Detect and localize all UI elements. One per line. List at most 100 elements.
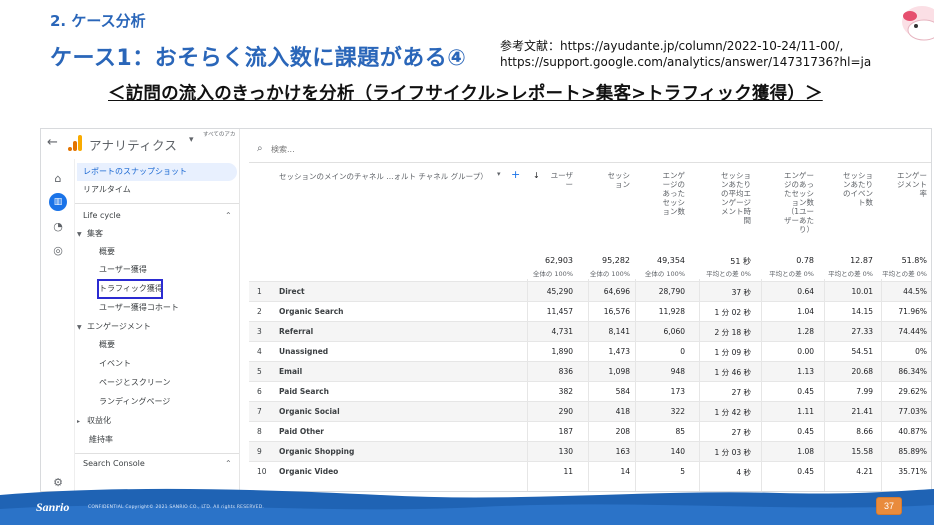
metric-cell: 1 分 09 秒 bbox=[714, 348, 751, 357]
total-value: 51 秒 bbox=[730, 257, 751, 266]
advertising-icon[interactable]: ◎ bbox=[49, 241, 67, 259]
nav-user-acquisition[interactable]: ユーザー獲得 bbox=[99, 261, 147, 279]
metric-cell: 1 分 46 秒 bbox=[714, 368, 751, 377]
metric-header-line: セッシ bbox=[662, 198, 686, 207]
nav-search-console[interactable]: Search Console bbox=[83, 455, 145, 473]
nav-lifecycle-heading: Life cycle bbox=[83, 211, 121, 220]
table-row[interactable]: 6 Paid Search 382 584 173 27 秒 0.45 7.99 29.62% bbox=[249, 381, 931, 401]
explore-icon[interactable]: ◔ bbox=[49, 217, 67, 235]
table-row[interactable]: 5 Email 836 1,098 948 1 分 46 秒 1.13 20.68 86.34% bbox=[249, 361, 931, 381]
metric-cell: 20.68 bbox=[851, 367, 873, 376]
nav-engagement-label: エンゲージメント bbox=[87, 322, 151, 331]
metric-cell: 1.08 bbox=[797, 447, 814, 456]
metric-cell: 187 bbox=[558, 427, 573, 436]
metric-header-line: のイベン bbox=[843, 189, 873, 198]
metric-cell: 74.44% bbox=[898, 327, 927, 336]
metric-cell: 27 秒 bbox=[731, 428, 751, 437]
account-selector[interactable]: すべてのアカ bbox=[203, 132, 239, 139]
table-row[interactable]: 7 Organic Social 290 418 322 1 分 42 秒 1.11 21.4… bbox=[249, 401, 931, 421]
metric-cell: 40.87% bbox=[898, 427, 927, 436]
nav-engagement[interactable]: ▼ エンゲージメント bbox=[77, 318, 151, 336]
metric-cell: 85.89% bbox=[898, 447, 927, 456]
search-icon: ⌕ bbox=[257, 143, 263, 154]
column-separator bbox=[635, 279, 636, 491]
metric-cell: 173 bbox=[670, 387, 685, 396]
metric-cell: 1 分 02 秒 bbox=[714, 308, 751, 317]
metric-cell: 85 bbox=[675, 427, 685, 436]
dimension-header[interactable]: セッションのメインのチャネル ...ォルト チャネル グループ） bbox=[279, 171, 488, 182]
table-row[interactable]: 4 Unassigned 1,890 1,473 0 1 分 09 秒 0.00 54.51 0… bbox=[249, 341, 931, 361]
add-dimension-icon[interactable]: + bbox=[511, 168, 520, 181]
chevron-down-icon[interactable]: ▾ bbox=[189, 135, 194, 145]
metric-cell: 45,290 bbox=[546, 287, 573, 296]
column-separator bbox=[527, 279, 528, 491]
nav-acquisition[interactable]: ▼ 集客 bbox=[77, 225, 103, 243]
search-input[interactable] bbox=[271, 142, 571, 157]
metric-header[interactable]: エンゲー ジのあっ たセッシ ョン数 （1ユー ザーあた り） bbox=[758, 171, 814, 234]
table-row[interactable]: 1 Direct 45,290 64,696 28,790 37 秒 0.64 10.01 44… bbox=[249, 281, 931, 301]
row-index: 6 bbox=[257, 387, 262, 396]
metric-cell: 0.00 bbox=[797, 347, 814, 356]
chevron-down-icon[interactable]: ▾ bbox=[497, 170, 501, 178]
nav-retention[interactable]: 維持率 bbox=[89, 431, 113, 449]
total-value: 51.8% bbox=[901, 256, 927, 265]
chevron-up-icon[interactable]: ⌃ bbox=[225, 211, 232, 220]
caret-down-icon: ▼ bbox=[77, 231, 82, 238]
metric-header-line: メント時 bbox=[721, 207, 751, 216]
metric-header-line: セッシ bbox=[607, 171, 631, 180]
metric-cell: 1 分 03 秒 bbox=[714, 448, 751, 457]
metric-cell: 71.96% bbox=[898, 307, 927, 316]
metric-header-line: の平均エ bbox=[721, 189, 751, 198]
total-subtext: 平均との差 0% bbox=[769, 270, 814, 278]
metric-cell: 15.58 bbox=[851, 447, 873, 456]
nav-pages-screens[interactable]: ページとスクリーン bbox=[99, 374, 170, 392]
metric-header[interactable]: セッショ ンあたり の平均エ ンゲージ メント時間 bbox=[695, 171, 751, 225]
reports-icon[interactable]: ▥ bbox=[49, 193, 67, 211]
metric-header[interactable]: ユーザー bbox=[523, 171, 573, 189]
metric-cell: 8.66 bbox=[856, 427, 873, 436]
app-header: ← アナリティクス ▾ すべてのアカ bbox=[41, 129, 237, 159]
total-subtext: 平均との差 0% bbox=[706, 270, 751, 278]
back-arrow-icon[interactable]: ← bbox=[47, 135, 58, 150]
metric-cell: 7.99 bbox=[856, 387, 873, 396]
table-row[interactable]: 3 Referral 4,731 8,141 6,060 2 分 18 秒 1.28 27.3… bbox=[249, 321, 931, 341]
metric-header-line: ジメント bbox=[897, 180, 927, 189]
nav-user-cohort[interactable]: ユーザー獲得コホート bbox=[99, 299, 179, 317]
table-row[interactable]: 2 Organic Search 11,457 16,576 11,928 1 分 02 … bbox=[249, 301, 931, 321]
metric-header[interactable]: セッショ ンあたり のイベン ト数 bbox=[821, 171, 873, 207]
row-index: 2 bbox=[257, 307, 262, 316]
metric-header[interactable]: セッシ ョン bbox=[580, 171, 631, 189]
nav-acq-overview[interactable]: 概要 bbox=[99, 243, 115, 261]
channel-name: Referral bbox=[279, 327, 314, 336]
reference-line: 参考文献：https://ayudante.jp/column/2022-10-… bbox=[500, 39, 844, 53]
chevron-up-icon[interactable]: ⌃ bbox=[225, 459, 232, 468]
nav-events[interactable]: イベント bbox=[99, 355, 131, 373]
metric-cell: 0% bbox=[915, 347, 927, 356]
table-row[interactable]: 10 Organic Video 11 14 5 4 秒 0.45 4.21 35.71% bbox=[249, 461, 931, 481]
mascot-decoration bbox=[902, 6, 934, 41]
page-number: 37 bbox=[876, 497, 902, 515]
metric-cell: 1,890 bbox=[551, 347, 573, 356]
left-rail: ⌂ ▥ ◔ ◎ ⚙ bbox=[41, 159, 75, 491]
nav-realtime[interactable]: リアルタイム bbox=[83, 181, 131, 199]
nav-eng-overview[interactable]: 概要 bbox=[99, 336, 115, 354]
metric-header-line: たセッシ bbox=[784, 189, 814, 198]
metric-header[interactable]: エンゲー ジメント率 bbox=[879, 171, 927, 198]
total-value: 62,903 bbox=[545, 256, 573, 265]
metric-header-line: 間 bbox=[743, 216, 752, 225]
table-row[interactable]: 9 Organic Shopping 130 163 140 1 分 03 秒 1.08 15… bbox=[249, 441, 931, 461]
metric-cell: 10.01 bbox=[851, 287, 873, 296]
row-index: 10 bbox=[257, 467, 267, 476]
row-index: 4 bbox=[257, 347, 262, 356]
metric-header-line: ジのあっ bbox=[784, 180, 814, 189]
nav-landing-page[interactable]: ランディングページ bbox=[99, 393, 170, 411]
metric-cell: 11,457 bbox=[546, 307, 573, 316]
nav-monetization[interactable]: ▸ 収益化 bbox=[77, 412, 111, 430]
table-row[interactable]: 8 Paid Other 187 208 85 27 秒 0.45 8.66 40.87% bbox=[249, 421, 931, 441]
metric-cell: 2 分 18 秒 bbox=[714, 328, 751, 337]
metric-cell: 6,060 bbox=[663, 327, 685, 336]
nav-snapshot[interactable]: レポートのスナップショット bbox=[77, 163, 237, 181]
metric-cell: 948 bbox=[670, 367, 685, 376]
metric-header[interactable]: エンゲ ージの あった セッシ ョン数 bbox=[640, 171, 686, 216]
home-icon[interactable]: ⌂ bbox=[49, 169, 67, 187]
